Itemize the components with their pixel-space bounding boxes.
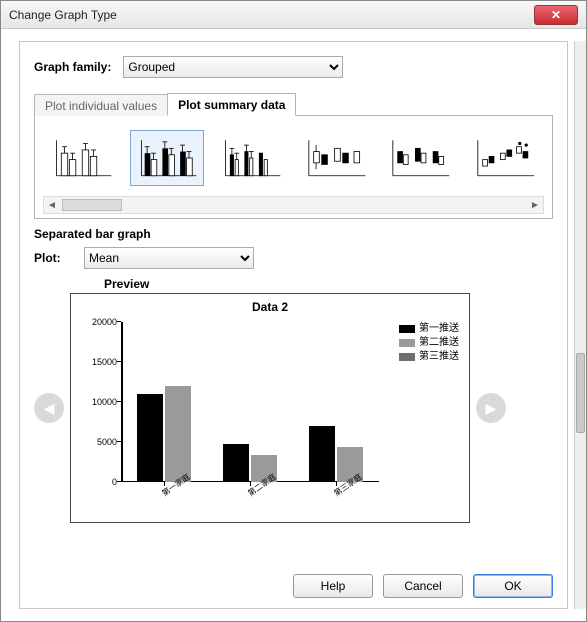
graph-type-thumb-3[interactable] bbox=[214, 130, 289, 186]
preview-area: ◀ Data 2 第一推送第二推送第三推送 050001000015000200… bbox=[34, 293, 553, 523]
tab-plot-individual-values[interactable]: Plot individual values bbox=[34, 94, 168, 116]
ok-button[interactable]: OK bbox=[473, 574, 553, 598]
legend-swatch bbox=[399, 325, 415, 333]
chart-bar bbox=[137, 394, 163, 482]
thumb-scrollbar[interactable]: ◄ ► bbox=[43, 196, 544, 214]
window-scroll-thumb[interactable] bbox=[576, 353, 585, 433]
legend-item: 第三推送 bbox=[399, 350, 459, 364]
window-scrollbar[interactable] bbox=[574, 41, 586, 609]
tabs: Plot individual values Plot summary data bbox=[34, 92, 553, 115]
y-tick-label: 20000 bbox=[81, 317, 117, 327]
chart-bar bbox=[165, 386, 191, 482]
window-title: Change Graph Type bbox=[9, 8, 534, 22]
preview-label: Preview bbox=[104, 277, 553, 291]
preview-prev-button[interactable]: ◀ bbox=[34, 393, 64, 423]
chart-bars: 第一家庭第二家庭第三家庭 bbox=[121, 322, 379, 482]
preview-next-button[interactable]: ▶ bbox=[476, 393, 506, 423]
help-button[interactable]: Help bbox=[293, 574, 373, 598]
graph-type-pane: ◄ ► bbox=[34, 115, 553, 219]
close-icon: ✕ bbox=[551, 8, 561, 22]
chart-plot-area: 05000100001500020000 第一家庭第二家庭第三家庭 bbox=[121, 322, 379, 482]
chart-bar bbox=[309, 426, 335, 482]
legend-swatch bbox=[399, 353, 415, 361]
plot-label: Plot: bbox=[34, 251, 84, 265]
graph-family-row: Graph family: Grouped bbox=[34, 56, 553, 78]
scroll-left-arrow[interactable]: ◄ bbox=[44, 200, 60, 211]
graph-type-thumb-5[interactable] bbox=[383, 130, 458, 186]
chart-bar bbox=[223, 444, 249, 482]
content-panel: Graph family: Grouped Plot individual va… bbox=[19, 41, 568, 609]
graph-type-thumb-2[interactable] bbox=[130, 130, 205, 186]
legend-label: 第三推送 bbox=[419, 350, 459, 364]
graph-type-thumb-1[interactable] bbox=[45, 130, 120, 186]
y-tick-label: 10000 bbox=[81, 397, 117, 407]
graph-type-thumb-6[interactable] bbox=[468, 130, 543, 186]
legend-item: 第二推送 bbox=[399, 336, 459, 350]
legend-item: 第一推送 bbox=[399, 322, 459, 336]
preview-chart: Data 2 第一推送第二推送第三推送 05000100001500020000… bbox=[70, 293, 470, 523]
chart-title: Data 2 bbox=[71, 300, 469, 314]
chevron-left-icon: ◀ bbox=[44, 400, 55, 417]
chart-legend: 第一推送第二推送第三推送 bbox=[399, 322, 459, 364]
dialog-footer: Help Cancel OK bbox=[293, 574, 553, 598]
titlebar: Change Graph Type ✕ bbox=[1, 1, 586, 29]
legend-swatch bbox=[399, 339, 415, 347]
y-tick-label: 0 bbox=[81, 477, 117, 487]
chevron-right-icon: ▶ bbox=[486, 400, 497, 417]
graph-subtype-label: Separated bar graph bbox=[34, 227, 553, 241]
plot-row: Plot: Mean bbox=[34, 247, 553, 269]
graph-family-select[interactable]: Grouped bbox=[123, 56, 343, 78]
graph-type-thumbs bbox=[43, 126, 544, 190]
y-tick-label: 5000 bbox=[81, 437, 117, 447]
plot-select[interactable]: Mean bbox=[84, 247, 254, 269]
scroll-thumb[interactable] bbox=[62, 199, 122, 211]
close-button[interactable]: ✕ bbox=[534, 5, 578, 25]
cancel-button[interactable]: Cancel bbox=[383, 574, 463, 598]
graph-family-label: Graph family: bbox=[34, 60, 111, 74]
scroll-right-arrow[interactable]: ► bbox=[527, 200, 543, 211]
graph-type-thumb-4[interactable] bbox=[299, 130, 374, 186]
legend-label: 第二推送 bbox=[419, 336, 459, 350]
y-tick-label: 15000 bbox=[81, 357, 117, 367]
tab-plot-summary-data[interactable]: Plot summary data bbox=[167, 93, 296, 116]
legend-label: 第一推送 bbox=[419, 322, 459, 336]
dialog-window: Change Graph Type ✕ Graph family: Groupe… bbox=[0, 0, 587, 622]
